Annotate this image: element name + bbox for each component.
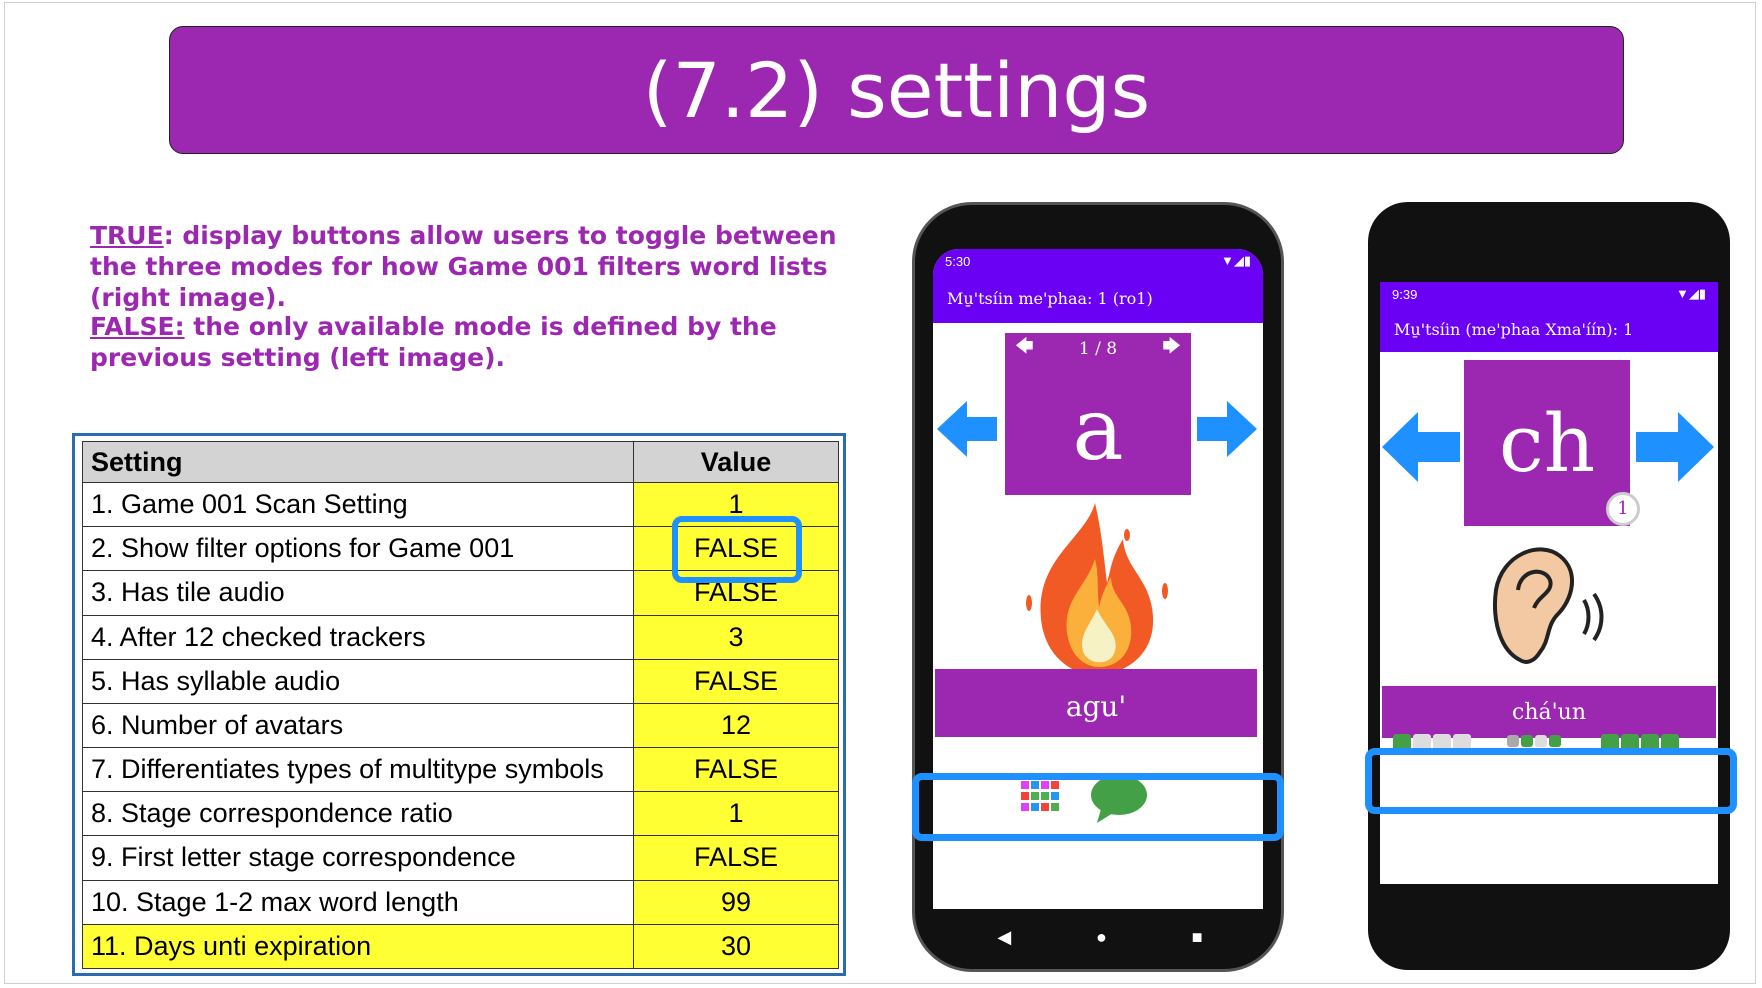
word-label: agu' <box>1065 690 1127 723</box>
setting-cell: 1. Game 001 Scan Setting <box>82 481 634 528</box>
value-cell: 1 <box>633 791 839 837</box>
table-row: 5. Has syllable audio FALSE <box>82 658 839 704</box>
recents-icon[interactable]: ■ <box>1192 927 1203 948</box>
back-icon[interactable]: ◀ <box>1450 858 1464 879</box>
setting-cell: 10. Stage 1-2 max word length <box>82 879 634 925</box>
value-cell: FALSE <box>633 658 839 704</box>
battery-icon: ▼◢▮ <box>1675 286 1706 301</box>
table-row: 10. Stage 1-2 max word length 99 <box>82 879 839 925</box>
tile-letter: a <box>1072 380 1124 480</box>
value-cell: 12 <box>633 702 839 749</box>
false-keyword: FALSE: <box>90 312 185 341</box>
left-filter-highlight <box>912 773 1284 841</box>
table-header-row: Setting Value <box>82 441 839 483</box>
setting-cell: 7. Differentiates types of multitype sym… <box>82 747 634 793</box>
value-cell: 30 <box>633 923 839 970</box>
setting-cell: 3. Has tile audio <box>82 570 634 616</box>
true-text: : display buttons allow users to toggle … <box>90 221 837 312</box>
setting-cell: 4. After 12 checked trackers <box>82 614 634 660</box>
status-bar: 5:30 ▼◢▮ <box>933 249 1263 273</box>
home-icon[interactable]: ● <box>1549 858 1560 879</box>
letter-tile[interactable]: ch <box>1464 360 1630 526</box>
system-nav: ◀ ● ■ <box>1408 854 1698 882</box>
next-arrow-icon[interactable] <box>1197 397 1259 461</box>
tracker-badge-text: 1 <box>1617 498 1629 519</box>
value-cell: 99 <box>633 879 839 925</box>
recents-icon[interactable]: ■ <box>1645 858 1656 879</box>
setting-cell: 5. Has syllable audio <box>82 658 634 704</box>
status-bar: 9:39 ▼◢▮ <box>1380 282 1718 306</box>
back-icon[interactable]: ◀ <box>997 927 1011 948</box>
table-row: 9. First letter stage correspondence FALS… <box>82 835 839 881</box>
left-phone: 5:30 ▼◢▮ Mu̱'tsíin me'phaa: 1 (ro1) 🡄 1 … <box>912 202 1284 972</box>
letter-tile[interactable]: a <box>1005 365 1191 495</box>
value-cell: FALSE <box>633 747 839 793</box>
prev-arrow-icon[interactable] <box>1382 410 1462 484</box>
next-arrow-icon[interactable] <box>1636 410 1716 484</box>
table-row: 6. Number of avatars 12 <box>82 702 839 749</box>
word-bar: agu' <box>935 669 1257 737</box>
true-description: TRUE: display buttons allow users to tog… <box>90 220 880 313</box>
page-title: (7.2) settings <box>642 45 1151 135</box>
settings-table-frame: Setting Value 1. Game 001 Scan Setting 1 … <box>72 433 846 976</box>
next-small-arrow-icon[interactable]: 🡆 <box>1162 334 1181 364</box>
status-time: 5:30 <box>945 253 971 269</box>
battery-icon: ▼◢▮ <box>1220 253 1251 268</box>
false-text: the only available mode is defined by th… <box>90 312 777 372</box>
status-time: 9:39 <box>1392 286 1418 302</box>
ear-icon <box>1493 547 1604 664</box>
app-title: Mu̱'tsíin me'phaa: 1 (ro1) <box>933 273 1263 323</box>
table-row: 7. Differentiates types of multitype sym… <box>82 747 839 793</box>
tile-letter: ch <box>1498 396 1596 490</box>
value-cell: 3 <box>633 614 839 660</box>
tile-nav: 🡄 1 / 8 🡆 <box>1005 333 1191 365</box>
prev-arrow-icon[interactable] <box>937 397 999 461</box>
true-keyword: TRUE <box>90 221 164 250</box>
tracker-badge: 1 <box>1606 492 1640 526</box>
prev-small-arrow-icon[interactable]: 🡄 <box>1015 334 1034 364</box>
false-description: FALSE: the only available mode is define… <box>90 311 880 373</box>
word-label: chá'un <box>1512 700 1586 725</box>
setting-cell: 9. First letter stage correspondence <box>82 835 634 881</box>
system-nav: ◀ ● ■ <box>955 923 1245 951</box>
value-cell: FALSE <box>633 835 839 881</box>
table-row: 11. Days unti expiration 30 <box>82 923 839 970</box>
page-indicator: 1 / 8 <box>1078 339 1118 359</box>
table-row: 8. Stage correspondence ratio 1 <box>82 791 839 837</box>
header-setting: Setting <box>82 441 634 483</box>
title-banner: (7.2) settings <box>169 26 1624 154</box>
app-title: Mu̱'tsíin (me'phaa Xma'íín): 1 <box>1380 306 1718 352</box>
right-phone: 9:39 ▼◢▮ Mu̱'tsíin (me'phaa Xma'íín): 1 … <box>1368 202 1730 970</box>
home-icon[interactable]: ● <box>1096 927 1107 948</box>
word-bar: chá'un <box>1382 686 1716 738</box>
false-value-highlight <box>672 516 802 583</box>
setting-cell: 6. Number of avatars <box>82 702 634 749</box>
table-row: 4. After 12 checked trackers 3 <box>82 614 839 660</box>
fire-icon <box>1026 503 1168 675</box>
filter-mode-2-icon <box>1507 735 1519 747</box>
header-value: Value <box>633 441 839 483</box>
right-filter-highlight <box>1365 748 1737 814</box>
setting-cell: 11. Days unti expiration <box>82 923 634 970</box>
setting-cell: 2. Show filter options for Game 001 <box>82 526 634 572</box>
setting-cell: 8. Stage correspondence ratio <box>82 791 634 837</box>
